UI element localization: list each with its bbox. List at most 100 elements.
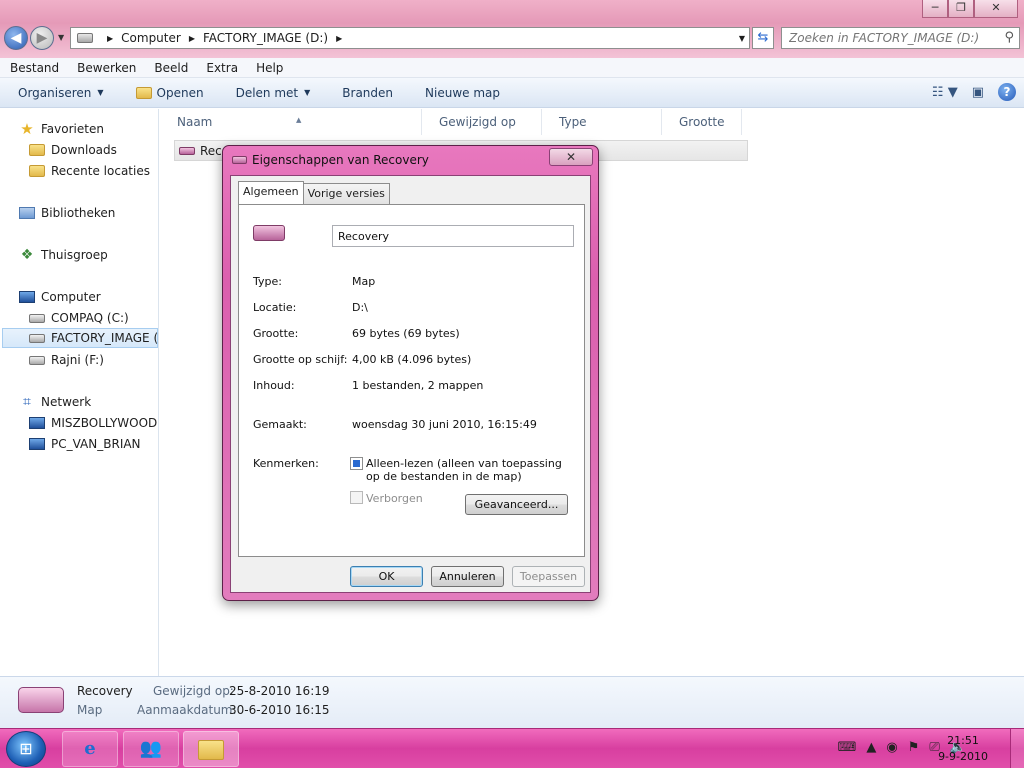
search-box[interactable]: ⚲	[781, 27, 1020, 49]
clock-date: 9-9-2010	[938, 750, 988, 763]
maximize-button[interactable]: ❐	[948, 0, 974, 18]
name-field[interactable]	[332, 225, 574, 247]
internet-explorer-icon: e	[84, 738, 96, 759]
share-button[interactable]: Delen met ▼	[218, 86, 325, 100]
drive-icon	[29, 355, 45, 365]
menu-bar: Bestand Bewerken Beeld Extra Help	[0, 58, 1024, 78]
nav-network[interactable]: ⌗ Netwerk	[19, 392, 91, 412]
sort-ascending-icon: ▲	[296, 116, 302, 124]
title-address-bar: ─ ❐ ✕ ◀ ▶ ▼ ▶ Computer ▶ FACTORY_IMAGE (…	[0, 0, 1024, 58]
breadcrumb-drive-d[interactable]: FACTORY_IMAGE (D:)	[203, 31, 328, 45]
nav-favorites[interactable]: ★ Favorieten	[19, 119, 104, 139]
nav-network-pc-2[interactable]: PC_VAN_BRIAN	[29, 434, 141, 454]
dialog-close-button[interactable]: ✕	[549, 148, 593, 166]
nav-label: Favorieten	[41, 122, 104, 136]
taskbar-users[interactable]: 👥	[123, 731, 179, 767]
column-header-name[interactable]: Naam ▲	[160, 109, 422, 135]
drive-icon	[29, 313, 45, 323]
details-modified-value: 25-8-2010 16:19	[229, 684, 330, 698]
column-header-size[interactable]: Grootte	[662, 109, 742, 135]
nav-label: MISZBOLLYWOOD	[51, 416, 158, 430]
size-on-disk-label: Grootte op schijf:	[253, 353, 348, 366]
flag-icon[interactable]: ⚑	[908, 740, 920, 755]
search-icon[interactable]: ⚲	[1004, 30, 1014, 45]
column-label: Grootte	[679, 115, 725, 129]
nav-homegroup[interactable]: ❖ Thuisgroep	[19, 245, 108, 265]
details-type: Map	[77, 703, 103, 717]
size-value: 69 bytes (69 bytes)	[352, 327, 460, 340]
address-bar[interactable]: ▶ Computer ▶ FACTORY_IMAGE (D:) ▶ ▼	[70, 27, 750, 49]
menu-file[interactable]: Bestand	[0, 61, 67, 75]
nav-label: Computer	[41, 290, 101, 304]
clock[interactable]: 21:51 9-9-2010	[938, 733, 988, 765]
star-icon: ★	[20, 120, 34, 138]
minimize-button[interactable]: ─	[922, 0, 948, 18]
column-header-modified[interactable]: Gewijzigd op	[422, 109, 542, 135]
breadcrumb-separator-icon[interactable]: ▶	[336, 34, 342, 43]
tab-previous-versions[interactable]: Vorige versies	[302, 183, 390, 204]
taskbar-internet-explorer[interactable]: e	[62, 731, 118, 767]
breadcrumb-separator-icon[interactable]: ▶	[107, 34, 113, 43]
ok-button[interactable]: OK	[350, 566, 423, 587]
windows-logo-icon: ⊞	[19, 739, 33, 758]
nav-network-pc-1[interactable]: MISZBOLLYWOOD	[29, 413, 157, 433]
taskbar-explorer[interactable]	[183, 731, 239, 767]
show-desktop-button[interactable]	[1010, 729, 1024, 768]
divider	[253, 403, 571, 404]
view-controls: ☷ ▼ ▣ ?	[932, 83, 1016, 101]
close-button[interactable]: ✕	[974, 0, 1018, 18]
menu-view[interactable]: Beeld	[144, 61, 196, 75]
nav-downloads[interactable]: Downloads	[29, 140, 117, 160]
column-header-type[interactable]: Type	[542, 109, 662, 135]
dialog-title: Eigenschappen van Recovery	[252, 153, 429, 167]
advanced-button[interactable]: Geavanceerd...	[465, 494, 568, 515]
view-options-icon[interactable]: ☷ ▼	[932, 85, 958, 100]
nav-recent[interactable]: Recente locaties	[29, 161, 150, 181]
start-button[interactable]: ⊞	[6, 731, 46, 767]
nav-libraries[interactable]: Bibliotheken	[19, 203, 115, 223]
refresh-button[interactable]: ⇆	[752, 27, 774, 49]
breadcrumb-separator-icon[interactable]: ▶	[189, 34, 195, 43]
cancel-button[interactable]: Annuleren	[431, 566, 504, 587]
open-button[interactable]: Openen	[118, 86, 218, 100]
show-hidden-icons-icon[interactable]: ▲	[866, 740, 876, 755]
readonly-checkbox[interactable]	[350, 457, 363, 470]
organize-button[interactable]: Organiseren ▼	[0, 86, 118, 100]
search-input[interactable]	[782, 28, 992, 48]
nav-drive-c[interactable]: COMPAQ (C:)	[29, 308, 129, 328]
details-name: Recovery	[77, 684, 133, 698]
size-label: Grootte:	[253, 327, 299, 340]
created-label: Gemaakt:	[253, 418, 307, 431]
new-folder-label: Nieuwe map	[425, 85, 500, 100]
tab-general[interactable]: Algemeen	[238, 181, 304, 204]
security-icon[interactable]: ◉	[886, 740, 897, 755]
back-arrow-icon: ◀	[10, 30, 22, 46]
menu-help[interactable]: Help	[246, 61, 291, 75]
type-label: Type:	[253, 275, 282, 288]
recent-pages-dropdown[interactable]: ▼	[58, 33, 64, 42]
address-dropdown-icon[interactable]: ▼	[739, 34, 745, 43]
menu-tools[interactable]: Extra	[196, 61, 246, 75]
nav-label: Downloads	[51, 143, 117, 157]
details-created-value: 30-6-2010 16:15	[229, 703, 330, 717]
preview-pane-icon[interactable]: ▣	[972, 85, 984, 100]
forward-button[interactable]: ▶	[30, 26, 54, 50]
folder-icon	[29, 144, 45, 156]
nav-label: PC_VAN_BRIAN	[51, 437, 141, 451]
chevron-down-icon: ▼	[304, 88, 311, 97]
back-button[interactable]: ◀	[4, 26, 28, 50]
apply-button[interactable]: Toepassen	[512, 566, 585, 587]
breadcrumb-computer[interactable]: Computer	[121, 31, 181, 45]
menu-edit[interactable]: Bewerken	[67, 61, 144, 75]
nav-drive-d[interactable]: FACTORY_IMAGE (D:)	[2, 328, 158, 348]
hidden-checkbox[interactable]	[350, 491, 363, 504]
burn-label: Branden	[342, 85, 394, 100]
keyboard-icon[interactable]: ⌨	[838, 740, 857, 755]
new-folder-button[interactable]: Nieuwe map	[407, 86, 514, 100]
burn-button[interactable]: Branden	[324, 86, 407, 100]
nav-drive-f[interactable]: Rajni (F:)	[29, 350, 104, 370]
help-icon[interactable]: ?	[998, 83, 1016, 101]
nav-computer[interactable]: Computer	[19, 287, 101, 307]
divider	[253, 442, 571, 443]
contents-value: 1 bestanden, 2 mappen	[352, 379, 484, 392]
